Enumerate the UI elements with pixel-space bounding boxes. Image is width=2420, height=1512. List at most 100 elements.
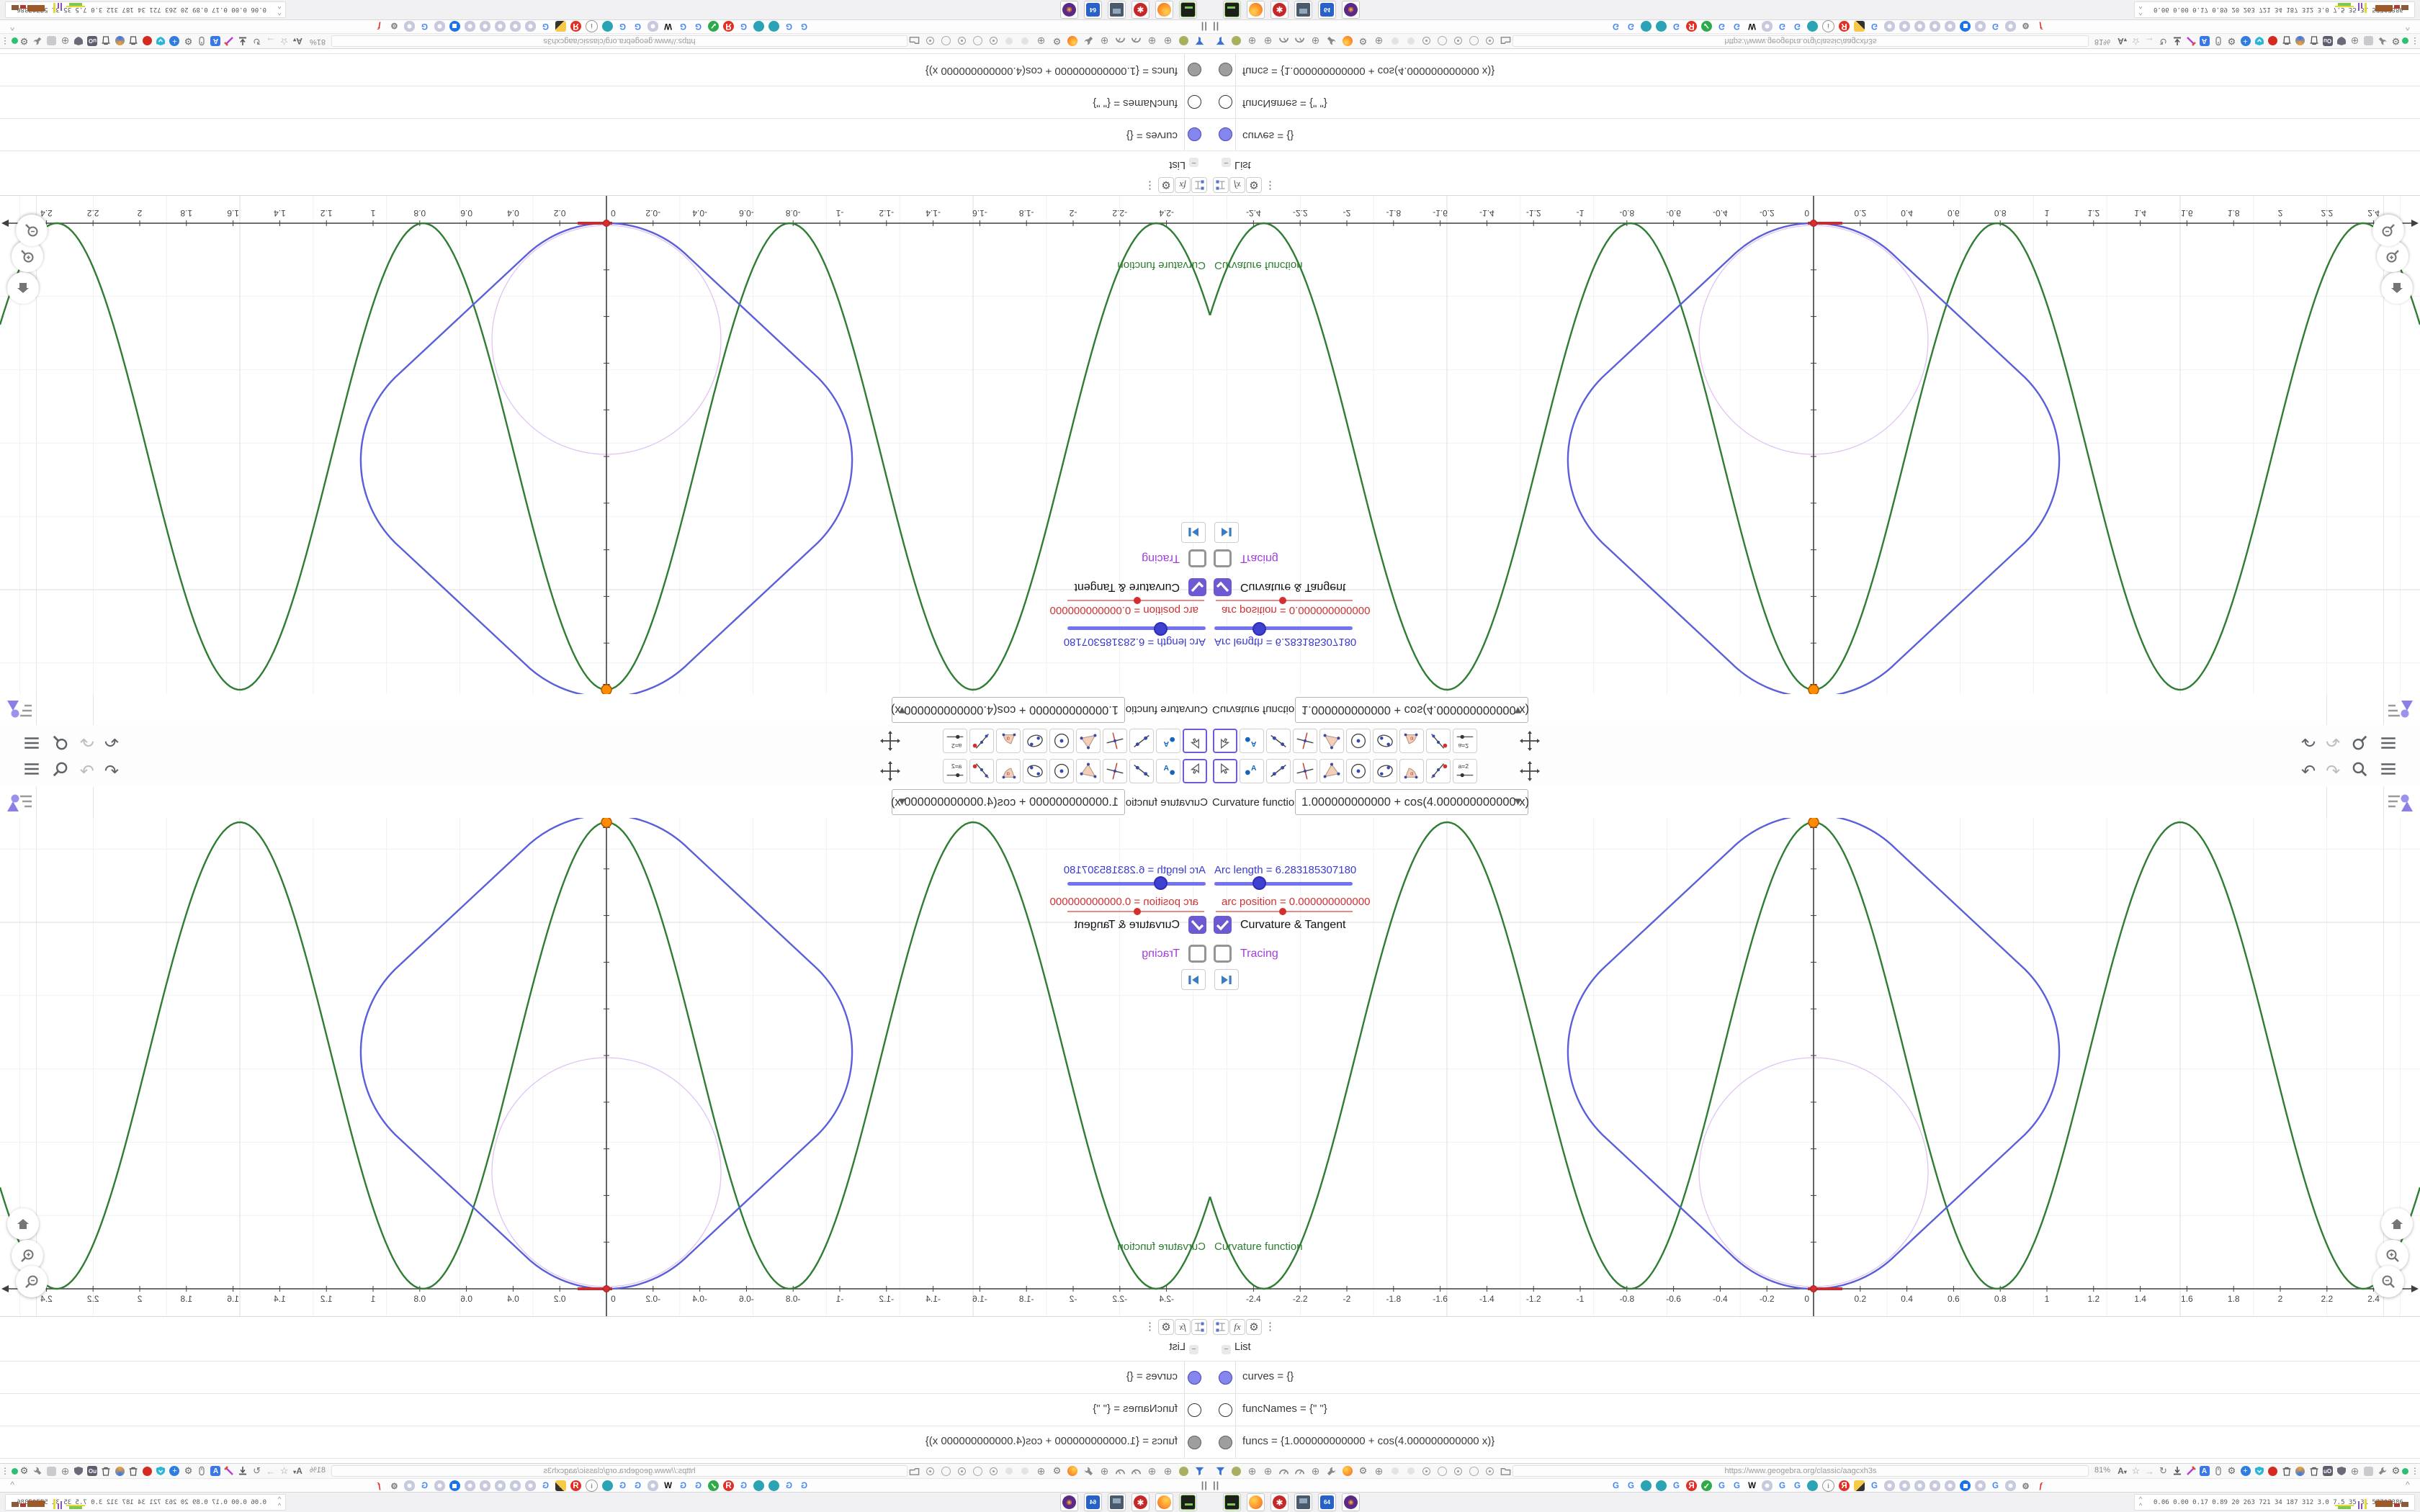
algebra-view-icon[interactable] bbox=[1213, 1319, 1229, 1335]
url-bar[interactable]: https://www.geogebra.org/classic/aagcxh3… bbox=[331, 1465, 908, 1477]
home-button[interactable] bbox=[7, 272, 39, 304]
tool-reflect[interactable] bbox=[1426, 729, 1451, 753]
bookmark-favicon[interactable]: G bbox=[1990, 1480, 2001, 1491]
ext-wrench-icon[interactable] bbox=[2376, 35, 2388, 48]
play-pause-button[interactable] bbox=[1214, 522, 1239, 543]
radio-off-icon[interactable] bbox=[1468, 35, 1480, 48]
bookmark-favicon[interactable]: G bbox=[678, 1480, 689, 1491]
app-owl-purple[interactable]: ◉ bbox=[1342, 1, 1360, 19]
curvature-tangent-checkbox[interactable] bbox=[1188, 578, 1206, 596]
graphics-view[interactable]: -2.4 -2.2 -2 -1.8 -1.6 -1.4 -1.2 -1 -0.8 -0.6 -0.4… bbox=[0, 818, 1210, 1316]
ext-gear-icon[interactable]: ⚙ bbox=[2226, 1465, 2238, 1477]
app-floppy64[interactable]: 64 bbox=[1318, 1, 1336, 19]
bookmark-favicon[interactable]: G bbox=[1626, 21, 1636, 32]
bookmark-favicon[interactable]: G bbox=[1610, 1480, 1621, 1491]
ext-uo-badge-icon[interactable]: uO bbox=[2321, 1465, 2334, 1477]
gauge-icon[interactable] bbox=[1278, 1465, 1290, 1477]
gauge-icon[interactable] bbox=[1278, 35, 1290, 48]
app-owl-purple[interactable]: ◉ bbox=[1060, 1493, 1078, 1511]
ext-red-circle-icon[interactable] bbox=[141, 35, 153, 48]
ext-shield-dark-icon[interactable] bbox=[73, 1465, 85, 1477]
tool-ellipse[interactable] bbox=[1373, 759, 1397, 783]
zoom-out-button[interactable] bbox=[2372, 1266, 2404, 1297]
pan-view-icon[interactable] bbox=[878, 759, 902, 783]
dot-icon[interactable] bbox=[1003, 35, 1016, 48]
bookmark-favicon[interactable]: W bbox=[663, 21, 673, 32]
radio-off-icon[interactable] bbox=[940, 1465, 952, 1477]
bookmark-favicon[interactable]: W bbox=[1747, 1480, 1757, 1491]
bookmark-favicon[interactable]: ⚙ bbox=[389, 21, 400, 32]
graphics-view-icon[interactable] bbox=[4, 696, 35, 722]
bookmark-favicon[interactable] bbox=[2005, 21, 2016, 32]
bookmark-favicon[interactable]: G bbox=[1626, 1480, 1636, 1491]
bookmark-favicon[interactable]: ✓ bbox=[1701, 1480, 1712, 1491]
curvature-function-input[interactable]: 1.000000000000 + cos(4.000000000000 x) ▼ bbox=[891, 789, 1125, 815]
folder-icon[interactable] bbox=[908, 1465, 920, 1477]
search-icon[interactable] bbox=[2350, 729, 2369, 752]
play-pause-button[interactable] bbox=[1214, 969, 1239, 990]
firefox-icon[interactable] bbox=[1341, 1465, 1353, 1477]
search-icon[interactable] bbox=[2350, 760, 2369, 783]
arc-position-slider-knob[interactable] bbox=[1279, 908, 1286, 915]
bookmark-favicon[interactable]: G bbox=[1731, 21, 1742, 32]
tool-reflect[interactable] bbox=[1426, 759, 1451, 783]
ext-translate-icon[interactable]: A▾ bbox=[292, 35, 304, 48]
globe-icon[interactable]: ⊕ bbox=[1246, 1465, 1258, 1477]
radio-off-icon[interactable] bbox=[972, 1465, 984, 1477]
ext-translate-icon[interactable]: A▾ bbox=[2116, 1465, 2128, 1477]
firefox-icon[interactable] bbox=[1341, 35, 1353, 48]
ext-gear-icon[interactable]: ⚙ bbox=[2390, 35, 2402, 48]
ext-shield-cyan-icon[interactable] bbox=[2253, 35, 2265, 48]
gauge-icon[interactable] bbox=[1294, 1465, 1306, 1477]
browser-menu-icon[interactable]: ⋮ bbox=[1, 1466, 9, 1476]
pan-view-icon[interactable] bbox=[878, 729, 902, 753]
tool-angle[interactable]: α bbox=[1399, 729, 1424, 753]
bookmark-favicon[interactable]: f bbox=[374, 21, 385, 32]
tool-line[interactable] bbox=[1266, 759, 1291, 783]
tool-circle[interactable] bbox=[1049, 729, 1074, 753]
fx-icon[interactable]: fx bbox=[1229, 177, 1245, 193]
bookmark-favicon[interactable]: ✓ bbox=[708, 21, 719, 32]
bookmark-favicon[interactable]: f bbox=[2035, 1480, 2046, 1491]
undo-button[interactable]: ↶ bbox=[2301, 730, 2316, 751]
algebra-row-funcnames[interactable]: funcNames = {" "} bbox=[0, 86, 1210, 119]
app-firefox[interactable] bbox=[1155, 1, 1173, 19]
ext-gear-icon[interactable]: ⚙ bbox=[2390, 1465, 2402, 1477]
algebra-row-curves[interactable]: curves = {} bbox=[0, 119, 1210, 151]
list-collapse-button[interactable]: − bbox=[1222, 158, 1231, 167]
bookmark-favicon[interactable]: G bbox=[1777, 1480, 1788, 1491]
tool-angle[interactable]: α bbox=[996, 759, 1021, 783]
visibility-dot[interactable] bbox=[1219, 63, 1232, 76]
ext-red-circle-icon[interactable] bbox=[2267, 1465, 2279, 1477]
tool-slider[interactable]: a=2 bbox=[943, 729, 967, 753]
bookmark-favicon[interactable]: G bbox=[678, 21, 689, 32]
radio-off-icon[interactable] bbox=[1436, 35, 1448, 48]
curvature-function-input[interactable]: 1.000000000000 + cos(4.000000000000 x) ▼ bbox=[1295, 789, 1529, 815]
arc-length-slider-knob[interactable] bbox=[1154, 876, 1168, 890]
folder-icon[interactable] bbox=[1500, 1465, 1512, 1477]
app-drive-green[interactable] bbox=[1179, 1, 1197, 19]
algebra-view-icon[interactable] bbox=[1191, 1319, 1207, 1335]
ext-plus-blue-icon[interactable]: + bbox=[169, 1465, 181, 1477]
globe-icon[interactable]: ⊕ bbox=[1098, 1465, 1111, 1477]
wrench-icon[interactable] bbox=[1325, 1465, 1337, 1477]
bookmark-favicon[interactable] bbox=[1854, 1480, 1865, 1491]
ext-reload-icon[interactable]: ↻ bbox=[2157, 1465, 2169, 1477]
ext-reload-icon[interactable]: ↻ bbox=[251, 1465, 263, 1477]
ext-puzzle-icon[interactable] bbox=[2362, 1465, 2375, 1477]
bookmark-favicon[interactable] bbox=[555, 1480, 566, 1491]
ext-globe-orange-icon[interactable] bbox=[2294, 35, 2306, 48]
tracing-checkbox[interactable] bbox=[1214, 945, 1232, 963]
ext-trash-icon[interactable] bbox=[2280, 35, 2293, 48]
ext-download-icon[interactable] bbox=[2171, 1465, 2183, 1477]
redo-button[interactable]: ↷ bbox=[80, 730, 94, 751]
menu-icon[interactable] bbox=[2379, 729, 2398, 752]
bookmark-favicon[interactable]: G bbox=[1990, 21, 2001, 32]
graphics-view-icon[interactable] bbox=[2385, 790, 2416, 816]
app-firefox[interactable] bbox=[1247, 1, 1265, 19]
gauge-icon[interactable] bbox=[1294, 35, 1306, 48]
bookmark-favicon[interactable] bbox=[1656, 1480, 1667, 1491]
bookmark-favicon[interactable]: G bbox=[784, 1480, 794, 1491]
tool-point[interactable]: A bbox=[1240, 729, 1264, 753]
tool-point[interactable]: A bbox=[1156, 759, 1180, 783]
